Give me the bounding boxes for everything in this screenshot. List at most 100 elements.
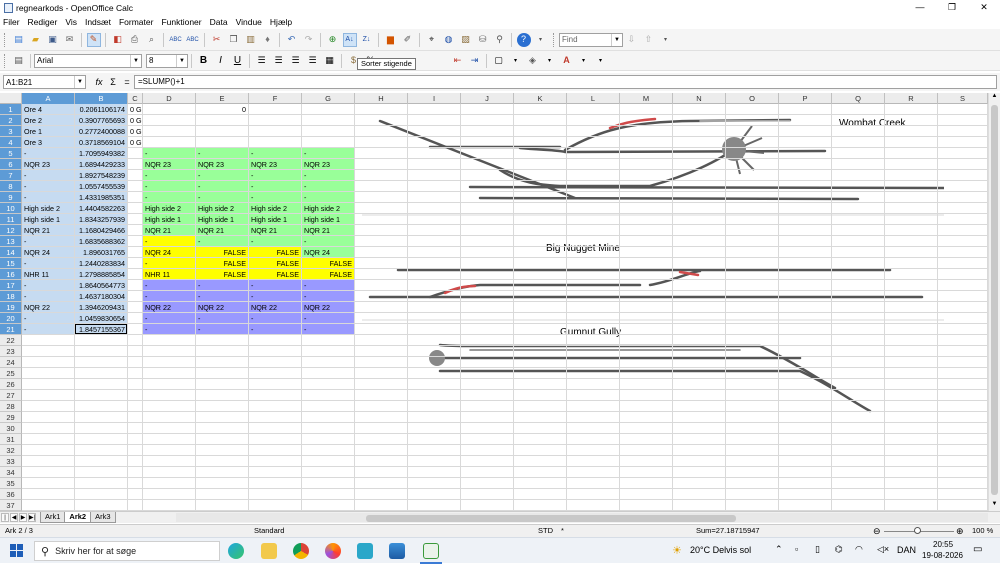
column-header-e[interactable]: E: [196, 93, 249, 104]
zoom-slider-handle[interactable]: [914, 527, 921, 534]
tray-app-icon[interactable]: ▫: [795, 544, 798, 554]
row-header-25[interactable]: 25: [0, 368, 22, 379]
name-box[interactable]: A1:B21 ▼: [3, 75, 86, 89]
row-header-14[interactable]: 14: [0, 247, 22, 258]
hyperlink-icon[interactable]: ⊕: [326, 33, 340, 47]
weather-text[interactable]: 20°C Delvis sol: [690, 545, 751, 555]
print-preview-icon[interactable]: ⌕: [145, 33, 159, 47]
font-size-dropdown-icon[interactable]: ▼: [176, 54, 185, 67]
status-mode[interactable]: STD: [538, 525, 553, 537]
minimize-button[interactable]: —: [904, 0, 936, 15]
row-header-21[interactable]: 21: [0, 324, 22, 335]
help-icon[interactable]: ?: [516, 32, 531, 47]
row-header-16[interactable]: 16: [0, 269, 22, 280]
horizontal-scroll-thumb[interactable]: [366, 515, 736, 522]
row-header-6[interactable]: 6: [0, 159, 22, 170]
menu-file[interactable]: Filer: [3, 17, 20, 27]
font-name-box[interactable]: Arial ▼: [34, 53, 142, 68]
notification-icon[interactable]: ▭: [973, 544, 982, 555]
vertical-scroll-thumb[interactable]: [991, 105, 998, 495]
decrease-indent-icon[interactable]: ⇤: [451, 54, 465, 68]
next-sheet-icon[interactable]: ▶: [19, 513, 27, 522]
tray-chevron-icon[interactable]: ⌃: [775, 544, 783, 555]
tray-device-icon[interactable]: ▯: [815, 544, 820, 555]
clock-date[interactable]: 19-08-2026: [922, 551, 963, 560]
bold-button[interactable]: B: [197, 54, 211, 68]
spreadsheet-grid[interactable]: ABCDEFGHIJKLMNOPQRS Ore 4 Ore 2 Ore 1 Ore 3…: [0, 93, 988, 511]
column-header-p[interactable]: P: [779, 93, 832, 104]
horizontal-scrollbar[interactable]: [176, 513, 988, 522]
find-previous-icon[interactable]: ⇩: [625, 33, 639, 47]
undo-icon[interactable]: ↶: [285, 33, 299, 47]
windows-start-icon[interactable]: [10, 544, 24, 558]
row-header-9[interactable]: 9: [0, 192, 22, 203]
menu-data[interactable]: Data: [210, 17, 228, 27]
data-sources-icon[interactable]: ⛁: [476, 33, 490, 47]
navigator-icon[interactable]: ◍: [442, 33, 456, 47]
row-header-12[interactable]: 12: [0, 225, 22, 236]
column-header-f[interactable]: F: [249, 93, 302, 104]
function-icon[interactable]: =: [120, 77, 134, 87]
align-center-icon[interactable]: ☰: [272, 54, 286, 68]
edge-browser-icon[interactable]: [228, 543, 244, 559]
menu-window[interactable]: Vindue: [236, 17, 262, 27]
autospell-icon[interactable]: ABC: [186, 33, 200, 47]
language-indicator[interactable]: DAN: [897, 545, 916, 555]
font-name-dropdown-icon[interactable]: ▼: [130, 54, 139, 67]
redo-icon[interactable]: ↷: [302, 33, 316, 47]
draw-functions-icon[interactable]: ✐: [401, 33, 415, 47]
find-replace-icon[interactable]: ⌖: [425, 33, 439, 47]
underline-button[interactable]: U: [231, 54, 245, 68]
function-wizard-icon[interactable]: fx: [92, 77, 106, 87]
find-dropdown-icon[interactable]: ▼: [611, 33, 620, 46]
formula-input[interactable]: =SLUMP()+1: [134, 75, 997, 89]
column-header-i[interactable]: I: [408, 93, 461, 104]
row-header-11[interactable]: 11: [0, 214, 22, 225]
chrome-browser-icon[interactable]: [293, 543, 309, 559]
sheet-tab-ark2[interactable]: Ark2: [64, 512, 92, 523]
clock-time[interactable]: 20:55: [933, 540, 953, 549]
volume-icon[interactable]: ◁×: [877, 544, 889, 555]
photos-app-icon[interactable]: [389, 543, 405, 559]
column-header-q[interactable]: Q: [832, 93, 885, 104]
gallery-icon[interactable]: ▨: [459, 33, 473, 47]
font-size-box[interactable]: 8 ▼: [146, 53, 188, 68]
row-header-7[interactable]: 7: [0, 170, 22, 181]
italic-button[interactable]: I: [214, 54, 228, 68]
row-header-26[interactable]: 26: [0, 379, 22, 390]
row-header-20[interactable]: 20: [0, 313, 22, 324]
email-icon[interactable]: ✉: [63, 33, 77, 47]
row-header-31[interactable]: 31: [0, 434, 22, 445]
row-header-10[interactable]: 10: [0, 203, 22, 214]
menu-help[interactable]: Hjælp: [270, 17, 292, 27]
close-button[interactable]: ✕: [968, 0, 1000, 15]
background-color-icon[interactable]: ◈: [526, 54, 540, 68]
row-header-17[interactable]: 17: [0, 280, 22, 291]
menu-view[interactable]: Vis: [65, 17, 77, 27]
row-header-8[interactable]: 8: [0, 181, 22, 192]
status-sum[interactable]: Sum=27.18715947: [696, 525, 760, 537]
column-header-b[interactable]: B: [75, 93, 128, 104]
row-header-22[interactable]: 22: [0, 335, 22, 346]
zoom-out-icon[interactable]: ⊖: [873, 525, 881, 537]
select-all-corner[interactable]: [0, 93, 22, 104]
toolbar-grip[interactable]: [4, 32, 7, 47]
row-header-33[interactable]: 33: [0, 456, 22, 467]
row-header-24[interactable]: 24: [0, 357, 22, 368]
column-header-s[interactable]: S: [938, 93, 988, 104]
sort-ascending-icon[interactable]: A↓: [342, 32, 357, 47]
borders-icon[interactable]: ▢: [492, 54, 506, 68]
copy-icon[interactable]: ❐: [227, 33, 241, 47]
cut-icon[interactable]: ✂: [210, 33, 224, 47]
chart-icon[interactable]: ▆: [384, 33, 398, 47]
find-toolbar-overflow-icon[interactable]: ▾: [659, 33, 673, 47]
row-header-36[interactable]: 36: [0, 489, 22, 500]
borders-dropdown-icon[interactable]: ▾: [509, 54, 523, 68]
file-explorer-icon[interactable]: [261, 543, 277, 559]
edit-mode-icon[interactable]: ✎: [86, 32, 101, 47]
row-header-29[interactable]: 29: [0, 412, 22, 423]
column-header-d[interactable]: D: [143, 93, 196, 104]
row-header-5[interactable]: 5: [0, 148, 22, 159]
maximize-button[interactable]: ❐: [936, 0, 968, 15]
column-header-n[interactable]: N: [673, 93, 726, 104]
